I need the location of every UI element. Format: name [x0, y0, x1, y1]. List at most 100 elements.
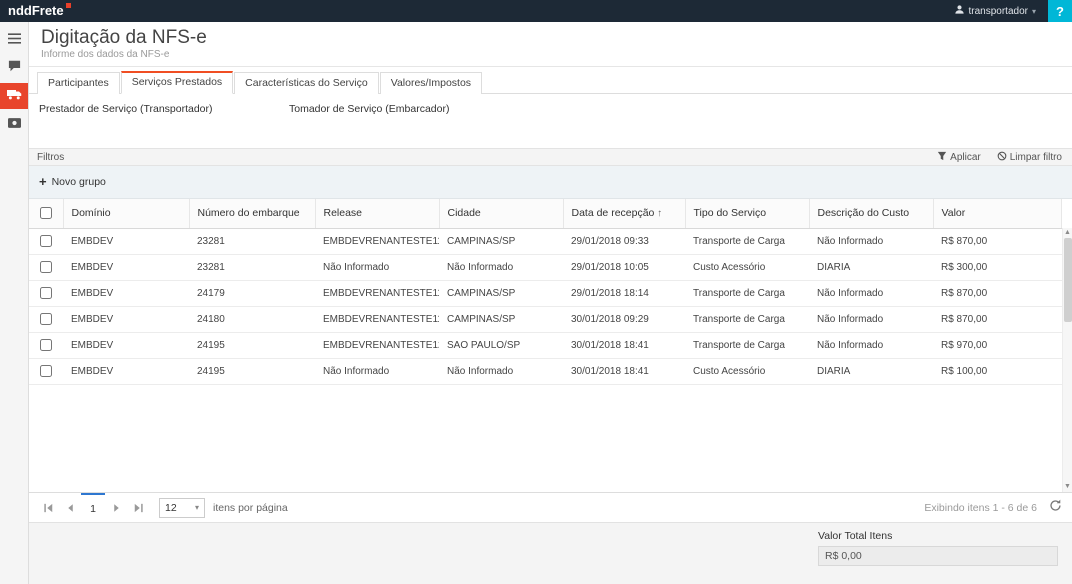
row-checkbox[interactable]: [40, 313, 52, 325]
scroll-up-icon[interactable]: ▲: [1064, 228, 1071, 238]
table-cell: EMBDEVRENANTESTE115: [315, 228, 439, 254]
table-cell: 29/01/2018 18:14: [563, 280, 685, 306]
sidebar-item-freight[interactable]: [0, 83, 28, 109]
table-row[interactable]: EMBDEV24180EMBDEVRENANTESTE117CAMPINAS/S…: [29, 306, 1062, 332]
table-cell: R$ 870,00: [933, 280, 1062, 306]
footer-area: Valor Total Itens: [29, 522, 1072, 584]
page-size-value: 12: [165, 502, 177, 514]
table-cell: EMBDEVRENANTESTE120: [315, 332, 439, 358]
logo-red-square-icon: [66, 3, 71, 8]
scrollbar-thumb[interactable]: [1064, 238, 1072, 322]
refresh-button[interactable]: [1049, 499, 1062, 517]
tab-caracteristicas-do-servico[interactable]: Características do Serviço: [234, 72, 379, 94]
row-checkbox[interactable]: [40, 261, 52, 273]
items-per-page-label: itens por página: [213, 502, 288, 514]
table-row[interactable]: EMBDEV23281Não InformadoNão Informado29/…: [29, 254, 1062, 280]
page-subtitle: Informe dos dados da NFS-e: [41, 49, 1060, 61]
table-cell: R$ 970,00: [933, 332, 1062, 358]
column-header[interactable]: Release: [315, 199, 439, 228]
row-checkbox[interactable]: [40, 339, 52, 351]
sidebar-menu-toggle[interactable]: [0, 27, 28, 53]
cancel-icon: [997, 151, 1007, 164]
grid-toolbar: + Novo grupo: [29, 166, 1072, 199]
column-header[interactable]: Descrição do Custo: [809, 199, 933, 228]
row-checkbox[interactable]: [40, 287, 52, 299]
table-cell: Transporte de Carga: [685, 280, 809, 306]
total-value-input[interactable]: [818, 546, 1058, 566]
table-cell: Transporte de Carga: [685, 332, 809, 358]
page-size-dropdown[interactable]: 12 ▾: [159, 498, 205, 518]
page-number-selected[interactable]: 1: [81, 493, 105, 522]
pager: 1 12 ▾ itens por página Exibindo itens 1…: [29, 492, 1072, 522]
chevron-down-icon: ▾: [1032, 7, 1036, 16]
clear-filter-label: Limpar filtro: [1010, 152, 1062, 163]
logo-text: nddFrete: [8, 3, 64, 18]
pager-controls: 1 12 ▾ itens por página: [37, 493, 288, 522]
table-cell: R$ 100,00: [933, 358, 1062, 384]
row-checkbox-cell: [29, 228, 63, 254]
table-row[interactable]: EMBDEV24179EMBDEVRENANTESTE116CAMPINAS/S…: [29, 280, 1062, 306]
table-cell: 29/01/2018 10:05: [563, 254, 685, 280]
apply-filter-button[interactable]: Aplicar: [937, 151, 981, 164]
table-cell: R$ 870,00: [933, 306, 1062, 332]
tab-participantes[interactable]: Participantes: [37, 72, 120, 94]
help-button[interactable]: ?: [1048, 0, 1072, 22]
plus-icon: +: [39, 177, 47, 187]
first-page-button[interactable]: [37, 493, 59, 522]
row-checkbox-cell: [29, 280, 63, 306]
column-header[interactable]: Número do embarque: [189, 199, 315, 228]
table-cell: 29/01/2018 09:33: [563, 228, 685, 254]
table-cell: 23281: [189, 228, 315, 254]
truck-icon: [7, 87, 22, 105]
column-header[interactable]: Valor: [933, 199, 1062, 228]
banknote-icon: [8, 115, 21, 133]
clear-filter-button[interactable]: Limpar filtro: [997, 151, 1062, 164]
new-group-button[interactable]: + Novo grupo: [39, 176, 106, 188]
sidebar: [0, 22, 29, 584]
select-all-checkbox[interactable]: [40, 207, 52, 219]
table-cell: EMBDEV: [63, 254, 189, 280]
tab-servicos-prestados[interactable]: Serviços Prestados: [121, 71, 233, 94]
grid-table: DomínioNúmero do embarqueReleaseCidadeDa…: [29, 199, 1062, 385]
row-checkbox[interactable]: [40, 365, 52, 377]
last-page-button[interactable]: [127, 493, 149, 522]
tomador-label: Tomador de Serviço (Embarcador): [289, 103, 539, 148]
table-cell: 23281: [189, 254, 315, 280]
table-row[interactable]: EMBDEV23281EMBDEVRENANTESTE115CAMPINAS/S…: [29, 228, 1062, 254]
table-cell: 24180: [189, 306, 315, 332]
scroll-down-icon[interactable]: ▼: [1064, 482, 1071, 492]
row-checkbox-cell: [29, 332, 63, 358]
vertical-scrollbar[interactable]: ▲ ▼: [1062, 228, 1072, 492]
next-page-button[interactable]: [105, 493, 127, 522]
table-cell: Não Informado: [315, 358, 439, 384]
column-header[interactable]: Tipo do Serviço: [685, 199, 809, 228]
row-checkbox-cell: [29, 306, 63, 332]
refresh-icon: [1049, 499, 1062, 517]
column-header[interactable]: Data de recepção ↑: [563, 199, 685, 228]
table-cell: Não Informado: [809, 332, 933, 358]
table-cell: CAMPINAS/SP: [439, 306, 563, 332]
scrollbar-track[interactable]: [1063, 238, 1072, 482]
table-cell: EMBDEV: [63, 358, 189, 384]
filters-bar: Filtros Aplicar Limpar filtro: [29, 148, 1072, 166]
previous-page-button[interactable]: [59, 493, 81, 522]
main-content: Digitação da NFS-e Informe dos dados da …: [29, 22, 1072, 584]
sidebar-item-payments[interactable]: [0, 111, 28, 137]
table-cell: DIARIA: [809, 358, 933, 384]
column-header[interactable]: Domínio: [63, 199, 189, 228]
sidebar-item-messages[interactable]: [0, 55, 28, 81]
table-cell: Não Informado: [439, 358, 563, 384]
table-cell: EMBDEV: [63, 280, 189, 306]
app-logo[interactable]: nddFrete: [8, 0, 71, 22]
row-checkbox[interactable]: [40, 235, 52, 247]
total-block: Valor Total Itens: [818, 530, 1058, 584]
table-row[interactable]: EMBDEV24195Não InformadoNão Informado30/…: [29, 358, 1062, 384]
table-row[interactable]: EMBDEV24195EMBDEVRENANTESTE120SAO PAULO/…: [29, 332, 1062, 358]
page-title: Digitação da NFS-e: [41, 27, 1060, 49]
table-cell: Custo Acessório: [685, 358, 809, 384]
tab-valores-impostos[interactable]: Valores/Impostos: [380, 72, 482, 94]
column-header[interactable]: Cidade: [439, 199, 563, 228]
table-cell: Não Informado: [315, 254, 439, 280]
table-cell: EMBDEV: [63, 306, 189, 332]
user-menu[interactable]: transportador ▾: [954, 4, 1037, 18]
